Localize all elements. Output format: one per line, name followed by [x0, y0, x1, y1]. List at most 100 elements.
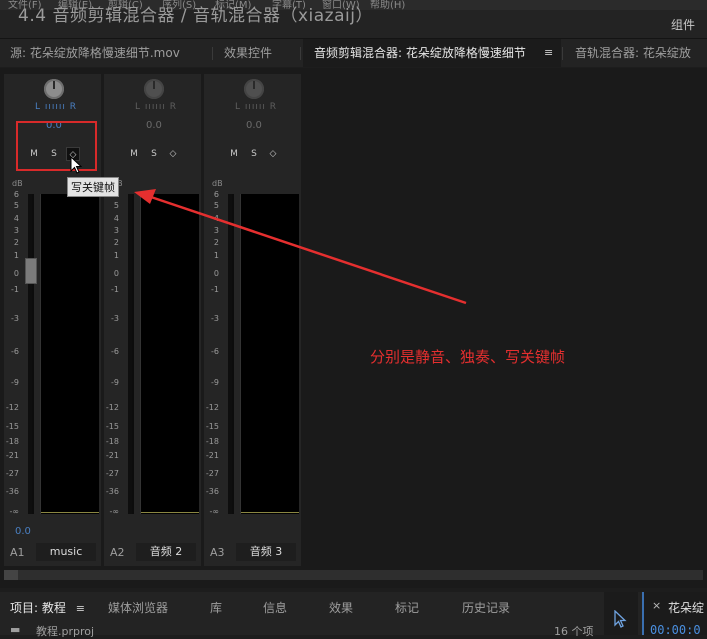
db-scale-tick: 3: [213, 226, 219, 235]
workspace-assembly[interactable]: 组件: [671, 16, 695, 33]
menu-help[interactable]: 帮助(H): [370, 0, 405, 10]
tab-media-browser[interactable]: 媒体浏览器: [108, 599, 168, 616]
db-scale-tick: 2: [13, 238, 19, 247]
db-scale-tick: 5: [113, 201, 119, 210]
db-label: dB: [212, 179, 223, 188]
tab-libraries[interactable]: 库: [210, 599, 222, 616]
pan-knob[interactable]: [144, 79, 164, 99]
db-scale-tick: -36: [205, 487, 219, 496]
db-scale-tick: -12: [105, 403, 119, 412]
db-scale-tick: 4: [213, 214, 219, 223]
db-scale-tick: -18: [205, 437, 219, 446]
timeline-tab-label[interactable]: 花朵绽: [668, 599, 704, 616]
solo-button[interactable]: S: [247, 147, 261, 161]
pan-knob[interactable]: [244, 79, 264, 99]
db-scale-tick: -∞: [9, 507, 19, 516]
db-scale-tick: -6: [211, 347, 219, 356]
tab-audio-clip-mixer[interactable]: 音频剪辑混合器: 花朵绽放降格慢速细节 ≡: [303, 39, 561, 67]
db-scale-tick: 3: [113, 226, 119, 235]
tab-project[interactable]: 项目: 教程 ≡: [10, 599, 85, 616]
track-name: 音频 2: [136, 543, 196, 561]
tab-audio-track-mixer[interactable]: 音轨混合器: 花朵绽放: [575, 39, 691, 67]
scrollbar-thumb[interactable]: [4, 570, 18, 580]
tab-project-label: 项目: 教程: [10, 601, 66, 615]
db-scale-tick: -9: [211, 378, 219, 387]
tab-effect-controls-label: 效果控件: [224, 46, 273, 60]
db-scale-tick: -6: [111, 347, 119, 356]
mute-button[interactable]: M: [227, 147, 241, 161]
annotation-text: 分别是静音、独奏、写关键帧: [370, 348, 566, 366]
db-scale-tick: -27: [5, 469, 19, 478]
tab-history[interactable]: 历史记录: [462, 599, 510, 616]
level-meter: [40, 194, 99, 514]
tab-source[interactable]: 源: 花朵绽放降格慢速细节.mov: [0, 39, 210, 67]
db-scale-tick: -1: [111, 285, 119, 294]
tutorial-title-overlay: 4.4 音频剪辑混合器 / 音轨混合器（xiazaij）: [18, 6, 373, 26]
tab-effects[interactable]: 效果: [329, 599, 353, 616]
volume-value[interactable]: 0.0: [15, 526, 31, 537]
volume-fader-track[interactable]: [28, 194, 32, 514]
volume-fader-track[interactable]: [128, 194, 132, 514]
pan-value[interactable]: 0.0: [146, 120, 162, 131]
project-file-name[interactable]: 教程.prproj: [36, 623, 94, 639]
write-keyframes-button[interactable]: ◇: [266, 147, 280, 161]
item-count: 16 个项: [554, 625, 594, 638]
volume-fader-handle[interactable]: [25, 258, 37, 284]
horizontal-scrollbar[interactable]: [4, 570, 703, 580]
track-name: music: [36, 543, 96, 561]
write-keyframes-button[interactable]: ◇: [166, 147, 180, 161]
db-scale-tick: -3: [111, 314, 119, 323]
db-scale-tick: 0: [213, 269, 219, 278]
db-scale-tick: -15: [105, 422, 119, 431]
tooltip: 写关键帧: [67, 177, 119, 197]
db-scale-tick: 4: [13, 214, 19, 223]
pan-lr-label: L ıııııı R: [35, 102, 77, 112]
track-id: A3: [210, 546, 225, 559]
highlight-box: [16, 121, 97, 171]
mute-button[interactable]: M: [127, 147, 141, 161]
db-scale-tick: -9: [111, 378, 119, 387]
db-scale-tick: 0: [113, 269, 119, 278]
db-scale-tick: -15: [205, 422, 219, 431]
tab-divider: [212, 47, 213, 60]
db-scale-tick: 1: [213, 251, 219, 260]
panel-menu-icon[interactable]: ≡: [76, 602, 85, 615]
tab-audio-track-mixer-label: 音轨混合器: 花朵绽放: [575, 46, 691, 60]
selection-tool-icon[interactable]: [614, 610, 628, 628]
pan-lr-label: L ıııııı R: [235, 102, 277, 112]
track-id: A2: [110, 546, 125, 559]
db-scale-tick: -6: [11, 347, 19, 356]
db-scale-tick: -∞: [109, 507, 119, 516]
db-scale-tick: 0: [13, 269, 19, 278]
db-scale-tick: -1: [11, 285, 19, 294]
pan-value[interactable]: 0.0: [246, 120, 262, 131]
db-scale-tick: -∞: [209, 507, 219, 516]
tab-markers[interactable]: 标记: [395, 599, 419, 616]
tab-info[interactable]: 信息: [263, 599, 287, 616]
db-scale-tick: 6: [13, 190, 19, 199]
db-scale-tick: 5: [13, 201, 19, 210]
solo-button[interactable]: S: [147, 147, 161, 161]
db-scale-tick: 5: [213, 201, 219, 210]
db-scale-tick: -3: [11, 314, 19, 323]
db-scale-tick: -3: [211, 314, 219, 323]
meter-baseline: [241, 512, 299, 513]
bottom-panel-tabs: [0, 592, 707, 635]
db-scale-tick: -36: [105, 487, 119, 496]
volume-fader-track[interactable]: [228, 194, 232, 514]
meter-baseline: [141, 512, 199, 513]
close-icon[interactable]: ×: [652, 599, 661, 612]
tools-panel: [604, 592, 638, 635]
timeline-panel: × 花朵绽 00:00:0: [642, 592, 707, 637]
pan-knob[interactable]: [44, 79, 64, 99]
panel-menu-icon[interactable]: ≡: [544, 39, 553, 67]
db-scale-tick: -9: [11, 378, 19, 387]
db-scale-tick: -18: [5, 437, 19, 446]
db-scale-tick: -21: [105, 451, 119, 460]
tab-effect-controls[interactable]: 效果控件: [224, 39, 272, 67]
db-scale-tick: 4: [113, 214, 119, 223]
db-scale-tick: 2: [113, 238, 119, 247]
folder-icon: ▬: [10, 623, 21, 636]
tab-audio-clip-mixer-label: 音频剪辑混合器: 花朵绽放降格慢速细节: [314, 46, 526, 60]
db-scale-tick: 3: [13, 226, 19, 235]
